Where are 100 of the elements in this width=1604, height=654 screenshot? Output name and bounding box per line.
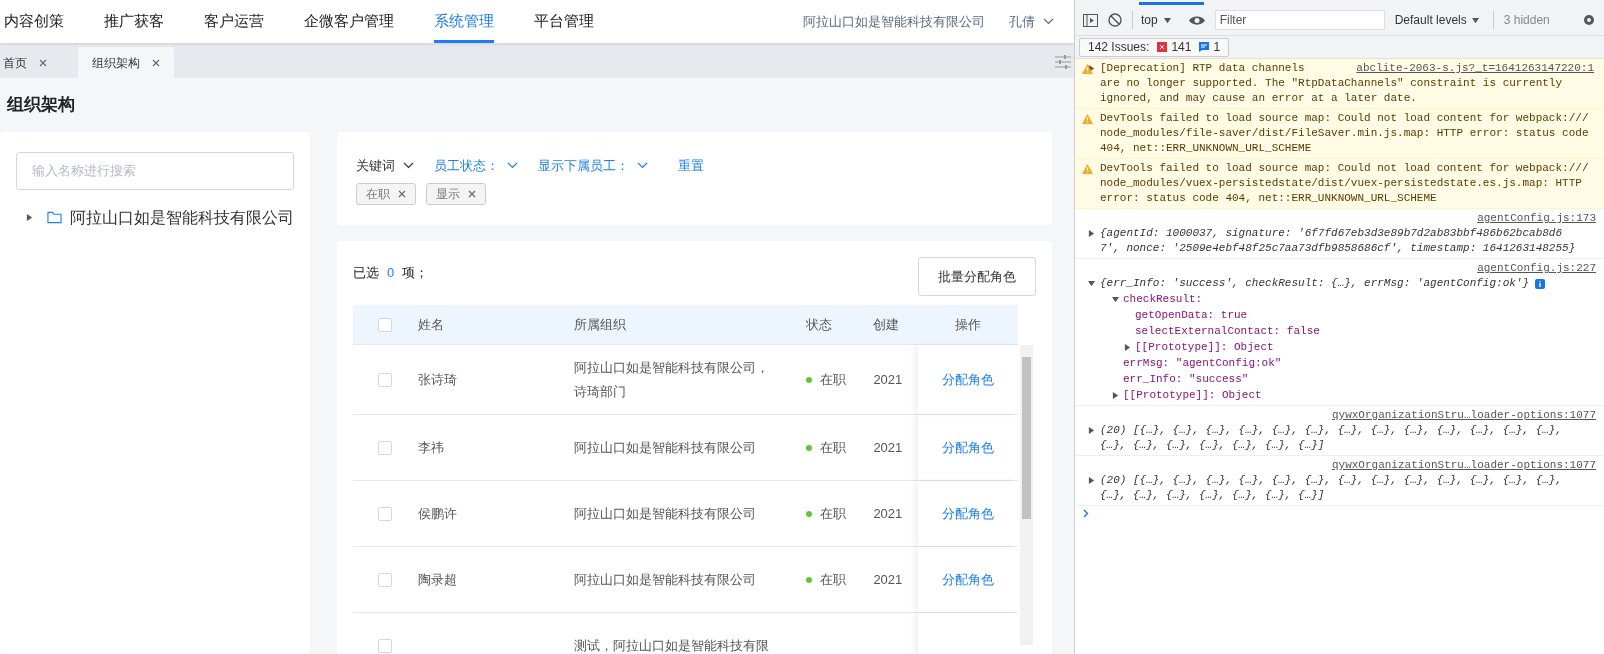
row-checkbox[interactable] (378, 638, 393, 653)
warning-icon (1082, 164, 1093, 174)
expanded-triangle-icon[interactable] (1112, 295, 1119, 303)
row-checkbox[interactable] (378, 440, 393, 455)
sidebar-toggle-icon[interactable] (1083, 13, 1098, 27)
source-link[interactable]: abclite-2063-s.js?_t=1641263147220:1 (1356, 61, 1594, 76)
filter-tag: 在职 (356, 183, 416, 205)
collapsed-triangle-icon[interactable] (1088, 427, 1095, 434)
assign-role-link[interactable]: 分配角色 (942, 437, 995, 458)
prompt-chevron-icon[interactable] (1083, 509, 1089, 518)
chevron-down-icon (1043, 18, 1054, 25)
console-line: DevTools failed to load source map: Could not load content for webpack:/// (1100, 162, 1589, 174)
settings-sliders-icon[interactable] (1055, 55, 1071, 69)
source-link[interactable]: qywxOrganizationStru…loader-options:1077 (1331, 408, 1596, 423)
folder-icon (47, 211, 62, 224)
dropdown-triangle-icon[interactable] (1163, 16, 1171, 24)
filter-dropdown[interactable]: 关键词 (356, 155, 414, 175)
hidden-count: 3 hidden (1492, 11, 1550, 29)
source-link[interactable]: qywxOrganizationStru…loader-options:1077 (1331, 458, 1596, 473)
console-line: error: status code 404, net::ERR_UNKNOWN_URL_SCHEME (1100, 192, 1437, 204)
object-property: selectExternalContact: false (1135, 323, 1320, 339)
collapsed-triangle-icon[interactable] (1088, 230, 1095, 237)
table-cell: 2021 (873, 439, 903, 455)
close-icon[interactable] (39, 58, 47, 67)
object-property: errMsg: "agentConfig:ok" (1123, 355, 1282, 371)
filter-field[interactable]: Filter (1214, 10, 1385, 30)
close-icon[interactable] (152, 58, 160, 67)
levels-dropdown[interactable]: Default levels (1394, 11, 1479, 29)
issues-button[interactable]: 142 Issues: 141 1 (1079, 37, 1230, 57)
collapsed-triangle-icon[interactable] (1112, 391, 1119, 399)
nav-tab[interactable]: 平台管理 (534, 0, 594, 43)
column-header: 创建 (873, 315, 901, 334)
table-cell: 张诗琦 (417, 371, 457, 387)
collapsed-triangle-icon[interactable] (1088, 65, 1095, 72)
settings-icon[interactable] (1582, 13, 1596, 27)
nav-tab[interactable]: 客户运营 (204, 0, 264, 43)
filter-dropdown[interactable]: 员工状态： (434, 155, 518, 175)
clear-console-icon[interactable] (1108, 13, 1122, 27)
table-cell-text: 在职 (819, 438, 846, 457)
context-selector[interactable]: top (1132, 11, 1175, 29)
table-cell-text: 测试，阿拉山口如是智能科技有限 (574, 636, 771, 654)
nav-tab[interactable]: 内容创策 (4, 0, 64, 43)
user-menu[interactable]: 孔倩 (1009, 11, 1054, 32)
page-tab[interactable]: 首页 (0, 47, 50, 78)
row-checkbox[interactable] (378, 372, 393, 387)
table-cell-text: 在职 (819, 370, 846, 389)
table-cell: 2021 (873, 505, 903, 521)
row-checkbox[interactable] (378, 572, 393, 587)
filter-tag: 显示 (426, 183, 486, 205)
table-cell-text: 在职 (819, 504, 846, 523)
assign-role-link[interactable]: 分配角色 (942, 369, 995, 390)
dropdown-triangle-icon[interactable] (1471, 16, 1479, 24)
select-all-checkbox[interactable] (378, 317, 393, 332)
object-property: [[Prototype]]: Object (1123, 387, 1262, 403)
console-line: [Deprecation] RTP data channels (1100, 62, 1305, 74)
tree-node[interactable]: 阿拉山口如是智能科技有限公司 (70, 205, 294, 230)
nav-tab[interactable]: 企微客户管理 (304, 0, 394, 43)
table-cell-text: 阿拉山口如是智能科技有限公司 (574, 570, 758, 589)
scrollbar[interactable] (1020, 345, 1033, 645)
console-line: {…}, {…}, {…}, {…}, {…}, {…}, {…}] (1100, 439, 1325, 451)
expanded-triangle-icon[interactable] (1088, 280, 1095, 287)
filter-dropdown[interactable]: 显示下属员工： (538, 155, 648, 175)
search-field[interactable]: 输入名称进行搜索 (16, 151, 294, 190)
page-tab[interactable]: 组织架构 (78, 47, 174, 78)
nav-tab[interactable]: 推广获客 (104, 0, 164, 43)
collapsed-triangle-icon[interactable] (26, 214, 33, 221)
console-line: {err_Info: 'success', checkResult: {…}, errMsg: 'agentConfig:ok'} (1100, 277, 1530, 289)
assign-role-link[interactable]: 分配角色 (942, 569, 995, 590)
eye-icon[interactable] (1188, 14, 1205, 26)
collapsed-triangle-icon[interactable] (1088, 477, 1095, 484)
table-cell: 侯鹏许 (417, 505, 457, 521)
object-property: checkResult: (1123, 291, 1203, 307)
error-icon (1157, 42, 1168, 52)
warning-icon (1082, 64, 1093, 74)
object-property: [[Prototype]]: Object (1135, 339, 1274, 355)
table-cell-text: 阿拉山口如是智能科技有限公司 (574, 504, 758, 523)
chevron-down-icon (637, 161, 648, 169)
column-header: 状态 (805, 315, 833, 334)
console-line: 7', nonce: '2509e4ebf48f25c7aa73dfb9858686cf', timestamp: 1641263148255} (1100, 242, 1576, 254)
object-property: getOpenData: true (1135, 307, 1248, 323)
table-cell: 陶录超 (417, 571, 457, 587)
batch-assign-button[interactable]: 批量分配角色 (918, 257, 1036, 296)
console-line: (20) [{…}, {…}, {…}, {…}, {…}, {…}, {…}, {…}, {…}, {…}, {…}, {…}, {…}, (1100, 424, 1563, 436)
row-checkbox[interactable] (378, 506, 393, 521)
collapsed-triangle-icon[interactable] (1124, 343, 1131, 351)
console-line: DevTools failed to load source map: Could not load content for webpack:/// (1100, 112, 1589, 124)
table-cell: 2021 (873, 371, 903, 387)
close-icon[interactable] (468, 190, 476, 198)
console-line: node_modules/file-saver/dist/FileSaver.min.js.map: HTTP error: status code (1100, 127, 1589, 139)
column-header: 操作 (954, 315, 983, 334)
table-cell-text: 阿拉山口如是智能科技有限公司 (574, 438, 758, 457)
object-property: err_Info: "success" (1123, 371, 1249, 387)
source-link[interactable]: agentConfig.js:173 (1477, 211, 1596, 226)
close-icon[interactable] (398, 190, 406, 198)
reset-link[interactable]: 重置 (678, 155, 704, 175)
console-line: {…}, {…}, {…}, {…}, {…}, {…}, {…}] (1100, 489, 1325, 501)
table-cell-text: 在职 (819, 570, 846, 589)
assign-role-link[interactable]: 分配角色 (942, 503, 995, 524)
console-line: {agentId: 1000037, signature: '6f7fd67eb3d3e89b7d2ab83bbf486b62bcab8d6 (1100, 227, 1563, 239)
source-link[interactable]: agentConfig.js:227 (1477, 261, 1596, 276)
